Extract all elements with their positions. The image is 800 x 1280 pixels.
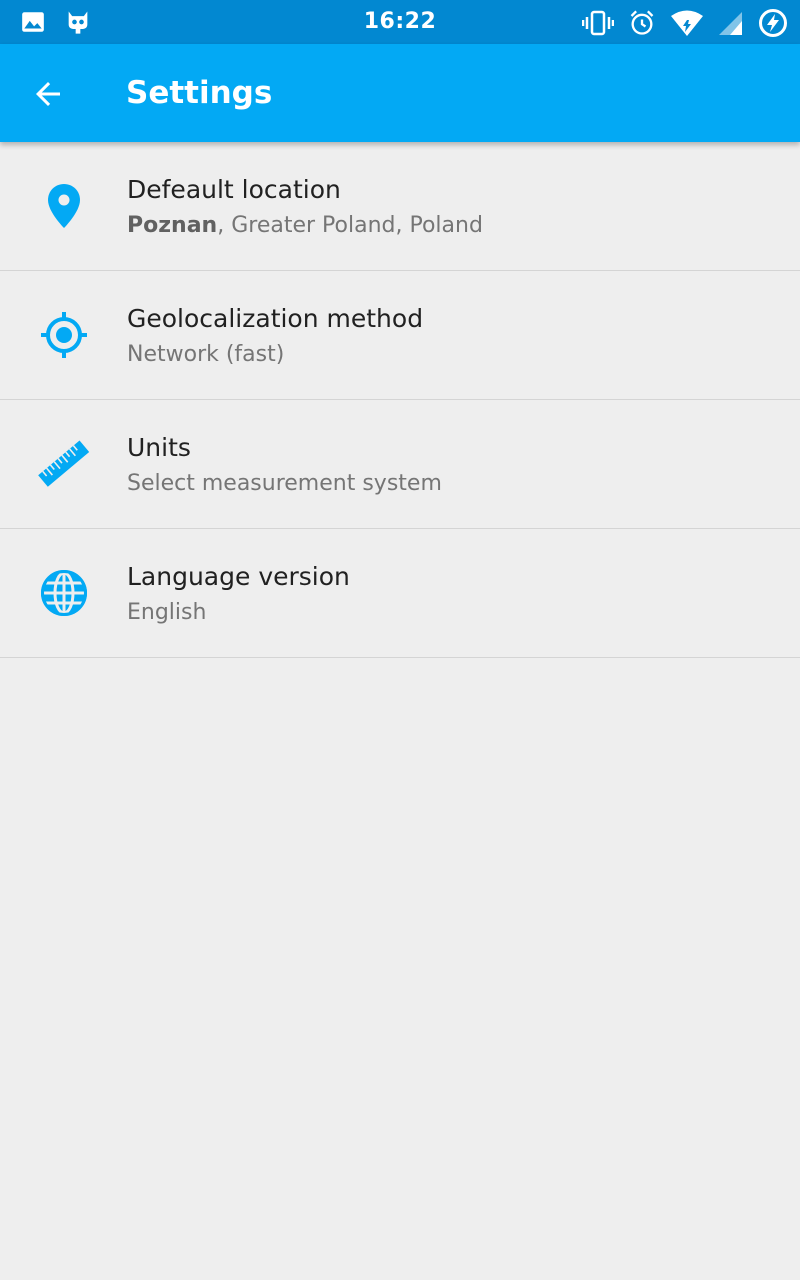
settings-list: Defeault location Poznan, Greater Poland… (0, 142, 800, 658)
app-bar: Settings (0, 44, 800, 142)
setting-subtitle: English (127, 600, 207, 625)
setting-language-version[interactable]: Language version English (0, 529, 800, 658)
status-right-icons (582, 8, 788, 38)
page-title: Settings (126, 75, 273, 111)
status-bar: 16:22 (0, 0, 800, 44)
setting-title: Language version (127, 562, 350, 591)
globe-icon (41, 570, 87, 616)
setting-default-location[interactable]: Defeault location Poznan, Greater Poland… (0, 142, 800, 271)
setting-title: Units (127, 433, 191, 462)
ruler-icon (38, 440, 90, 487)
location-pin-icon (48, 184, 80, 228)
battery-charging-icon (759, 9, 787, 37)
location-region: , Greater Poland, Poland (217, 213, 483, 238)
location-city: Poznan (127, 213, 218, 238)
setting-subtitle: Network (fast) (127, 342, 285, 367)
setting-title: Defeault location (127, 175, 341, 204)
alarm-icon (630, 10, 654, 35)
setting-subtitle: Poznan, Greater Poland, Poland (127, 209, 483, 243)
vibrate-icon (582, 10, 614, 36)
setting-subtitle: Select measurement system (127, 471, 442, 496)
signal-icon (719, 12, 742, 35)
arrow-back-icon[interactable] (30, 76, 66, 112)
gps-target-icon (41, 312, 87, 358)
setting-geolocalization-method[interactable]: Geolocalization method Network (fast) (0, 271, 800, 400)
setting-units[interactable]: Units Select measurement system (0, 400, 800, 529)
wifi-icon (671, 10, 703, 36)
setting-title: Geolocalization method (127, 304, 424, 333)
